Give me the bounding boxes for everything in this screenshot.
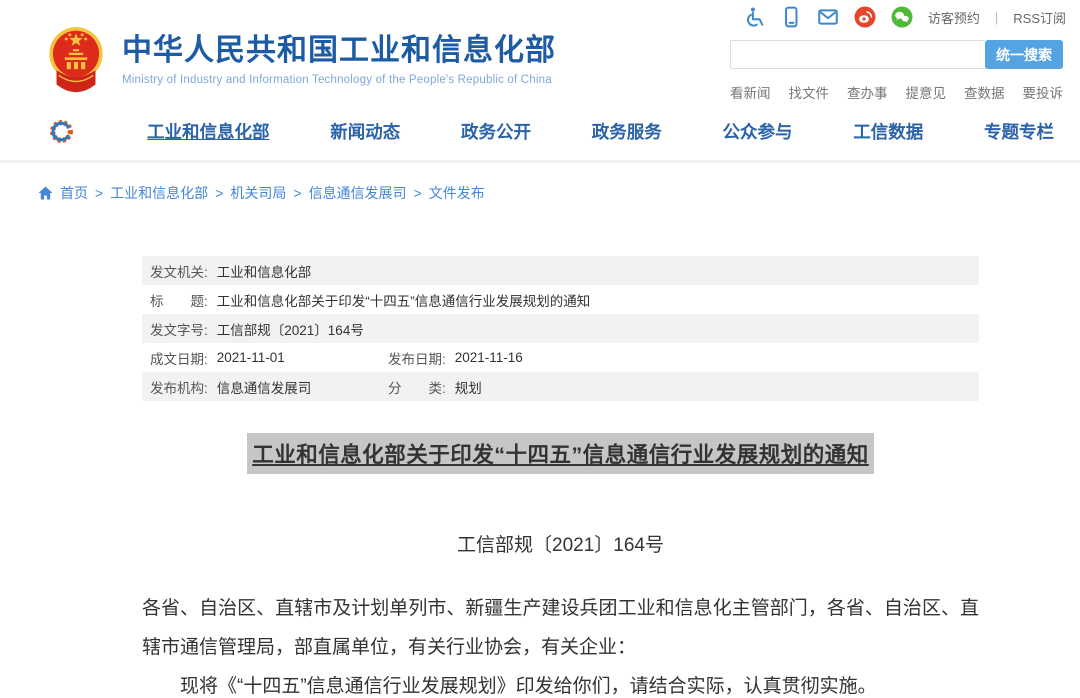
meta-value: 工业和信息化部关于印发“十四五”信息通信行业发展规划的通知 (217, 290, 591, 310)
meta-row-issuing-authority: 发文机关: 工业和信息化部 (142, 256, 979, 285)
site-header: 中华人民共和国工业和信息化部 Ministry of Industry and … (0, 0, 1080, 163)
quick-link-files[interactable]: 找文件 (789, 82, 830, 102)
weibo-icon[interactable] (854, 6, 876, 28)
quick-link-services[interactable]: 查办事 (847, 82, 888, 102)
meta-value: 2021-11-16 (455, 350, 523, 365)
mail-icon[interactable] (817, 6, 839, 28)
nav-item-public-participation[interactable]: 公众参与 (723, 119, 793, 144)
breadcrumb: 首页 > 工业和信息化部 > 机关司局 > 信息通信发展司 > 文件发布 (0, 163, 1080, 203)
meta-row-dates: 成文日期: 2021-11-01 发布日期: 2021-11-16 (142, 343, 979, 372)
breadcrumb-info-comm-dept[interactable]: 信息通信发展司 (309, 183, 407, 203)
site-title: 中华人民共和国工业和信息化部 (122, 34, 556, 68)
meta-label: 发文字号: (150, 319, 208, 339)
quick-link-complaints[interactable]: 要投诉 (1023, 82, 1064, 102)
article-body: 各省、自治区、直辖市及计划单列市、新疆生产建设兵团工业和信息化主管部门，各省、自… (142, 589, 979, 698)
article-paragraph: 各省、自治区、直辖市及计划单列市、新疆生产建设兵团工业和信息化主管部门，各省、自… (142, 589, 979, 667)
search-area: 统一搜索 看新闻 找文件 查办事 提意见 查数据 要投诉 (730, 40, 1063, 102)
quick-link-suggestions[interactable]: 提意见 (906, 82, 947, 102)
search-quick-links: 看新闻 找文件 查办事 提意见 查数据 要投诉 (730, 82, 1063, 102)
article-doc-number: 工信部规〔2021〕164号 (142, 530, 979, 557)
site-logo-block: 中华人民共和国工业和信息化部 Ministry of Industry and … (48, 20, 556, 104)
nav-item-data[interactable]: 工信数据 (853, 119, 923, 144)
quick-link-news[interactable]: 看新闻 (730, 82, 771, 102)
breadcrumb-miit[interactable]: 工业和信息化部 (110, 183, 208, 203)
breadcrumb-separator: > (414, 185, 422, 201)
meta-row-title: 标 题: 工业和信息化部关于印发“十四五”信息通信行业发展规划的通知 (142, 285, 979, 314)
breadcrumb-separator: > (215, 185, 223, 201)
meta-value: 规划 (455, 377, 482, 397)
utility-separator: | (995, 10, 998, 25)
breadcrumb-document-release[interactable]: 文件发布 (429, 183, 485, 203)
document-meta-table: 发文机关: 工业和信息化部 标 题: 工业和信息化部关于印发“十四五”信息通信行… (142, 256, 979, 401)
article-title: 工业和信息化部关于印发“十四五”信息通信行业发展规划的通知 (247, 433, 874, 474)
gear-logo-icon (48, 118, 75, 145)
main-nav: 工业和信息化部 新闻动态 政务公开 政务服务 公众参与 工信数据 专题专栏 (0, 108, 1080, 154)
meta-value: 信息通信发展司 (217, 377, 312, 397)
meta-value: 2021-11-01 (217, 350, 285, 365)
nav-item-special-topics[interactable]: 专题专栏 (984, 119, 1054, 144)
home-icon (38, 186, 53, 200)
meta-row-doc-number: 发文字号: 工信部规〔2021〕164号 (142, 314, 979, 343)
wechat-icon[interactable] (891, 6, 913, 28)
breadcrumb-home[interactable]: 首页 (60, 183, 88, 203)
breadcrumb-separator: > (95, 185, 103, 201)
mobile-icon[interactable] (780, 6, 802, 28)
search-input[interactable] (730, 40, 985, 69)
visitor-appointment-link[interactable]: 访客预约 (928, 8, 980, 27)
nav-item-gov-services[interactable]: 政务服务 (592, 119, 662, 144)
article-content: 发文机关: 工业和信息化部 标 题: 工业和信息化部关于印发“十四五”信息通信行… (142, 256, 979, 698)
nav-item-miit[interactable]: 工业和信息化部 (147, 119, 270, 144)
utility-bar: 访客预约 | RSS订阅 (743, 6, 1066, 28)
meta-value: 工信部规〔2021〕164号 (217, 319, 364, 339)
national-emblem-icon (48, 20, 104, 104)
quick-link-data[interactable]: 查数据 (964, 82, 1005, 102)
breadcrumb-separator: > (293, 185, 301, 201)
meta-label: 成文日期: (150, 348, 208, 368)
rss-link[interactable]: RSS订阅 (1013, 8, 1066, 27)
meta-label: 发布日期: (388, 348, 446, 368)
meta-label: 标 题: (150, 290, 208, 310)
meta-label: 发布机构: (150, 377, 208, 397)
unified-search-button[interactable]: 统一搜索 (985, 40, 1063, 69)
meta-row-publisher-category: 发布机构: 信息通信发展司 分 类: 规划 (142, 372, 979, 401)
meta-value: 工业和信息化部 (217, 261, 312, 281)
meta-label: 分 类: (388, 377, 446, 397)
header-divider (0, 160, 1080, 163)
breadcrumb-departments[interactable]: 机关司局 (230, 183, 286, 203)
nav-item-gov-disclosure[interactable]: 政务公开 (461, 119, 531, 144)
nav-item-news[interactable]: 新闻动态 (330, 119, 400, 144)
site-subtitle: Ministry of Industry and Information Tec… (122, 74, 556, 86)
accessibility-icon[interactable] (743, 6, 765, 28)
article-paragraph: 现将《“十四五”信息通信行业发展规划》印发给你们，请结合实际，认真贯彻实施。 (142, 667, 979, 698)
meta-label: 发文机关: (150, 261, 208, 281)
